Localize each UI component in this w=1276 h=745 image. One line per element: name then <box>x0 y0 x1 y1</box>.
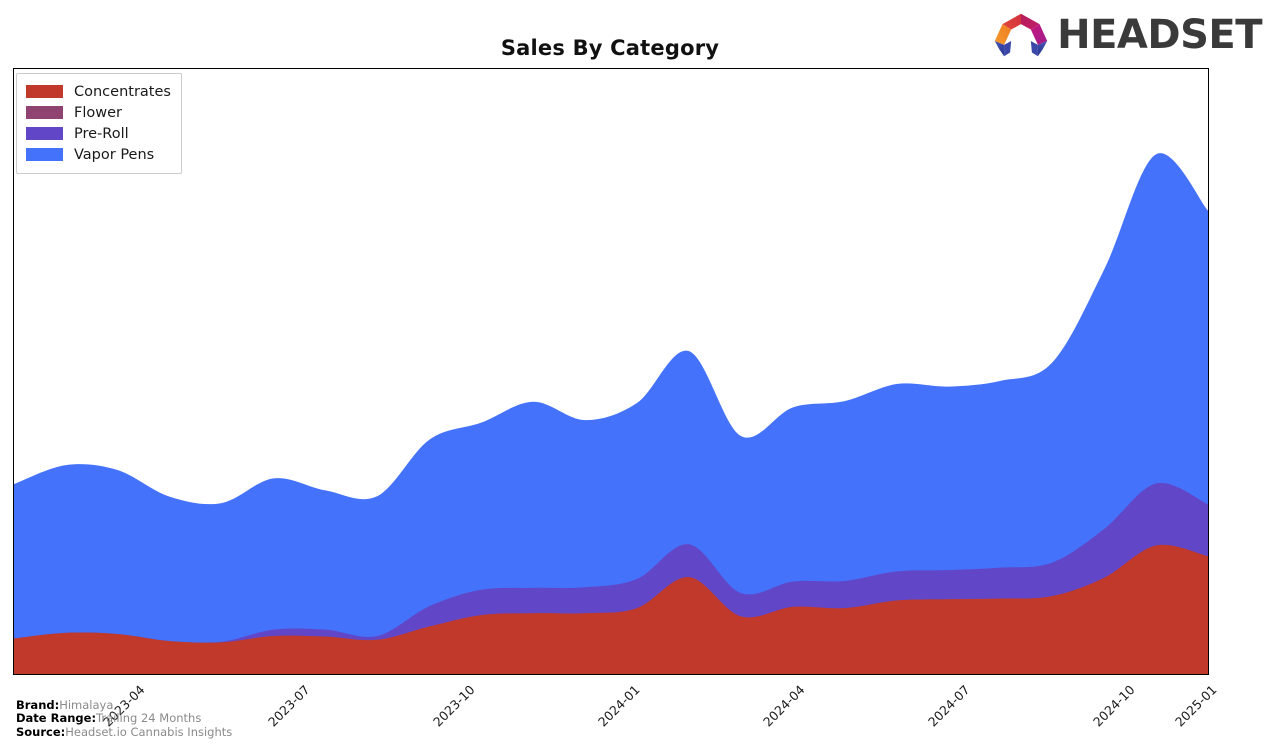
footer-source-key: Source: <box>16 724 66 739</box>
chart-footer: Brand:Himalaya Date Range:Trailing 24 Mo… <box>16 697 233 740</box>
legend-swatch-flower <box>26 106 63 119</box>
footer-date-range-key: Date Range: <box>16 711 97 725</box>
footer-brand-key: Brand: <box>16 697 60 712</box>
plot-area <box>13 68 1209 675</box>
legend-item-concentrates[interactable]: Concentrates <box>26 81 171 102</box>
legend-item-vapor-pens[interactable]: Vapor Pens <box>26 144 171 165</box>
legend-label-vapor-pens: Vapor Pens <box>74 146 155 163</box>
legend-swatch-vapor-pens <box>26 148 63 161</box>
x-tick-label: 2023-07 <box>265 682 313 730</box>
footer-date-range-value: Trailing 24 Months <box>96 711 202 725</box>
area-series-group <box>14 153 1208 674</box>
x-tick-label: 2024-01 <box>595 682 643 730</box>
x-tick-label: 2025-01 <box>1172 682 1220 730</box>
x-tick-label: 2024-07 <box>925 682 973 730</box>
headset-arch-logo-icon <box>994 13 1048 57</box>
legend-item-flower[interactable]: Flower <box>26 102 171 123</box>
legend-label-pre-roll: Pre-Roll <box>74 125 129 142</box>
legend-label-concentrates: Concentrates <box>74 83 171 100</box>
x-tick-label: 2024-04 <box>760 682 808 730</box>
x-tick-label: 2024-10 <box>1090 682 1138 730</box>
legend-swatch-concentrates <box>26 85 63 98</box>
chart-page: Sales By Category HEADSET Concentrates F… <box>0 0 1276 745</box>
legend-label-flower: Flower <box>74 104 122 121</box>
legend-swatch-pre-roll <box>26 127 63 140</box>
headset-logo: HEADSET <box>993 9 1262 61</box>
footer-brand: Brand:Himalaya <box>16 697 232 713</box>
footer-brand-value: Himalaya <box>59 697 114 712</box>
legend-item-pre-roll[interactable]: Pre-Roll <box>26 123 171 144</box>
logo-wordmark: HEADSET <box>1057 12 1262 58</box>
footer-source-value: Headset.io Cannabis Insights <box>65 724 233 739</box>
footer-date-range: Date Range:Trailing 24 Months <box>16 711 232 726</box>
x-tick-label: 2023-10 <box>430 682 478 730</box>
footer-source: Source:Headset.io Cannabis Insights <box>16 724 233 740</box>
chart-legend: Concentrates Flower Pre-Roll Vapor Pens <box>16 73 182 174</box>
stacked-area-chart <box>14 153 1208 674</box>
